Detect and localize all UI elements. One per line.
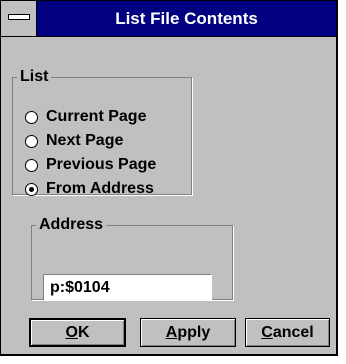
apply-button-label-rest: pply bbox=[177, 324, 211, 341]
address-input[interactable] bbox=[43, 274, 212, 301]
list-file-contents-dialog: List File Contents List Current Page Nex… bbox=[0, 0, 338, 356]
address-groupbox: Address bbox=[31, 216, 233, 301]
ok-button-label-rest: K bbox=[77, 324, 90, 341]
radio-next-page[interactable]: Next Page bbox=[25, 130, 123, 152]
radio-next-page-label: Next Page bbox=[46, 132, 124, 149]
apply-button[interactable]: Apply bbox=[140, 318, 236, 347]
radio-previous-page[interactable]: Previous Page bbox=[25, 154, 156, 176]
radio-current-page-indicator[interactable] bbox=[25, 110, 38, 124]
radio-from-address-label: From Address bbox=[46, 180, 154, 197]
radio-previous-page-label: Previous Page bbox=[46, 156, 157, 173]
ok-button-mnemonic: O bbox=[65, 324, 78, 341]
list-group-label: List bbox=[20, 68, 49, 85]
cancel-button-label-rest: ancel bbox=[272, 324, 314, 341]
radio-current-page[interactable]: Current Page bbox=[25, 106, 146, 128]
radio-next-page-indicator[interactable] bbox=[25, 134, 38, 148]
apply-button-mnemonic: A bbox=[165, 324, 178, 341]
ok-button[interactable]: OK bbox=[29, 318, 126, 347]
cancel-button-mnemonic: C bbox=[261, 324, 273, 341]
radio-previous-page-indicator[interactable] bbox=[25, 158, 38, 172]
address-group-label: Address bbox=[39, 216, 104, 233]
window-title: List File Contents bbox=[115, 9, 258, 28]
radio-current-page-label: Current Page bbox=[46, 108, 147, 125]
title-bar: List File Contents bbox=[1, 1, 336, 37]
radio-from-address[interactable]: From Address bbox=[25, 178, 154, 200]
system-menu-icon[interactable] bbox=[1, 1, 37, 36]
system-menu-bar-glyph bbox=[8, 14, 30, 20]
cancel-button[interactable]: Cancel bbox=[245, 318, 330, 347]
radio-from-address-indicator[interactable] bbox=[25, 182, 38, 196]
list-groupbox: List Current Page Next Page Previous Pag… bbox=[12, 68, 192, 197]
